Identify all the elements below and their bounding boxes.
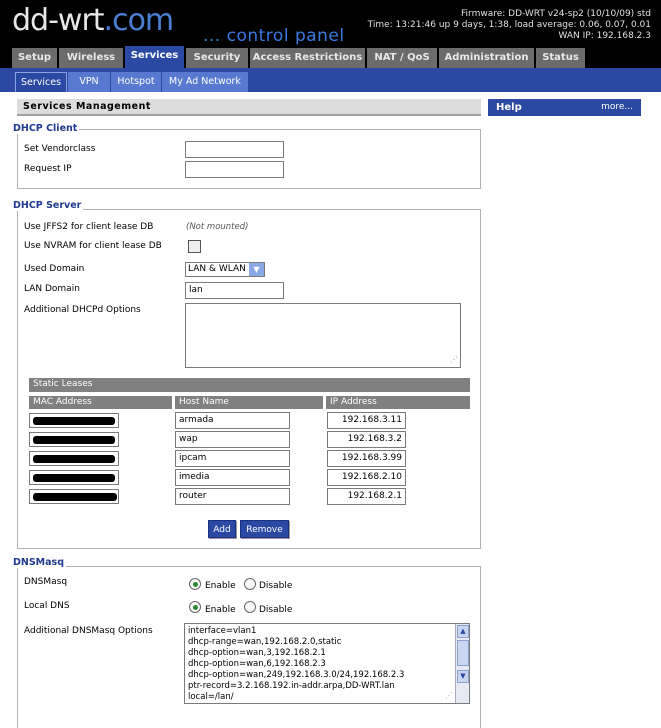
logo-main: dd-wrt [12, 3, 105, 38]
dnsmasq-line: interface=vlan1 [188, 626, 257, 636]
dnsmasq-enable-radio[interactable] [189, 578, 201, 590]
help-more-link[interactable]: more... [601, 99, 633, 116]
tab-administration[interactable]: Administration [439, 48, 535, 68]
dnsmasq-line: dhcp-option=wan,3,192.168.2.1 [188, 648, 326, 658]
dhcpd-options-textarea[interactable]: ⋰ [185, 303, 461, 368]
dnsmasq-options-textarea[interactable]: interface=vlan1 dhcp-range=wan,192.168.2… [184, 623, 470, 704]
tab-setup[interactable]: Setup [12, 48, 58, 68]
redaction [33, 455, 115, 463]
local-dns-label: Local DNS [24, 601, 70, 611]
time-text: Time: 13:21:46 up 9 days, 1:38, load ave… [367, 20, 651, 30]
scroll-down-icon[interactable]: ▼ [457, 670, 469, 683]
local-dns-enable-radio[interactable] [189, 601, 201, 613]
logo-suffix: .com [103, 3, 175, 38]
mac-input-1[interactable] [29, 413, 119, 428]
dnsmasq-line: ptr-record=3.2.168.192.in-addr.arpa,DD-W… [188, 681, 395, 691]
ip-input-1[interactable]: 192.168.3.11 [327, 412, 406, 429]
used-domain-value: LAN & WLAN [188, 264, 246, 274]
request-ip-input[interactable] [185, 161, 284, 178]
hostname-input-3[interactable]: ipcam [175, 450, 290, 467]
ip-input-4[interactable]: 192.168.2.10 [327, 469, 406, 486]
scroll-up-icon[interactable]: ▲ [457, 625, 469, 638]
sub-tabs: Services VPN Hotspot My Ad Network [0, 68, 661, 92]
mac-input-4[interactable] [29, 470, 119, 485]
lan-domain-label: LAN Domain [24, 284, 80, 294]
help-title: Help [496, 102, 522, 113]
local-dns-disable-label: Disable [259, 605, 293, 615]
subtab-my-ad-network[interactable]: My Ad Network [162, 72, 248, 92]
vendorclass-label: Set Vendorclass [24, 144, 96, 154]
mac-input-2[interactable] [29, 432, 119, 447]
hostname-input-2[interactable]: wap [175, 431, 290, 448]
col-ip-address: IP Address [326, 396, 470, 409]
remove-lease-button[interactable]: Remove [240, 520, 289, 538]
tab-security[interactable]: Security [186, 48, 249, 68]
static-leases-title: Static Leases [29, 378, 470, 392]
col-mac-address: MAC Address [29, 396, 172, 409]
used-domain-label: Used Domain [24, 264, 85, 274]
scroll-thumb[interactable] [457, 640, 469, 666]
hostname-input-4[interactable]: imedia [175, 469, 290, 486]
mac-input-5[interactable] [29, 489, 119, 504]
control-panel-label: ... control panel [203, 26, 345, 46]
dnsmasq-scrollbar[interactable]: ▲ ▼ [455, 624, 469, 703]
dnsmasq-line: dhcp-range=wan,192.168.2.0,static [188, 637, 342, 647]
ddwrt-logo: dd-wrt.com [12, 3, 175, 38]
wan-ip-text: WAN IP: 192.168.2.3 [558, 31, 651, 41]
vendorclass-input[interactable] [185, 141, 284, 158]
jffs2-note: (Not mounted) [186, 222, 249, 232]
jffs2-label: Use JFFS2 for client lease DB [24, 222, 154, 232]
dnsmasq-line: local=/lan/ [188, 692, 234, 702]
redaction [33, 474, 115, 482]
mac-input-3[interactable] [29, 451, 119, 466]
dhcp-client-legend: DHCP Client [11, 123, 80, 134]
dnsmasq-line: dhcp-option=wan,6,192.168.2.3 [188, 659, 326, 669]
redaction [33, 436, 115, 444]
resize-grip-icon[interactable]: ⋰ [450, 354, 458, 365]
subtab-services[interactable]: Services [15, 72, 67, 92]
dnsmasq-legend: DNSMasq [11, 557, 66, 568]
ip-input-2[interactable]: 192.168.3.2 [327, 431, 406, 448]
tab-status[interactable]: Status [536, 48, 586, 68]
chevron-down-icon: ▼ [249, 263, 264, 276]
dnsmasq-disable-radio[interactable] [244, 578, 256, 590]
main-tabs: Setup Wireless Services Security Access … [0, 46, 661, 68]
dnsmasq-enable-label: Enable [205, 581, 236, 591]
tab-nat-qos[interactable]: NAT / QoS [367, 48, 438, 68]
lan-domain-input[interactable]: lan [185, 282, 284, 299]
ip-input-3[interactable]: 192.168.3.99 [327, 450, 406, 467]
firmware-text: Firmware: DD-WRT v24-sp2 (10/10/09) std [461, 9, 651, 19]
dnsmasq-options-label: Additional DNSMasq Options [24, 626, 153, 636]
dnsmasq-disable-label: Disable [259, 581, 293, 591]
used-domain-select[interactable]: LAN & WLAN ▼ [185, 262, 265, 277]
tab-services[interactable]: Services [125, 46, 185, 68]
request-ip-label: Request IP [24, 164, 72, 174]
dhcp-server-legend: DHCP Server [11, 200, 84, 211]
subtab-vpn[interactable]: VPN [68, 72, 110, 92]
nvram-label: Use NVRAM for client lease DB [24, 241, 162, 251]
redaction [33, 493, 117, 501]
ip-input-5[interactable]: 192.168.2.1 [327, 488, 406, 505]
nvram-checkbox[interactable] [188, 240, 201, 253]
dhcp-client-fieldset [17, 129, 481, 189]
tab-wireless[interactable]: Wireless [59, 48, 124, 68]
local-dns-disable-radio[interactable] [244, 601, 256, 613]
resize-grip-icon[interactable]: ⋰ [445, 690, 453, 701]
page-title: Services Management [17, 99, 481, 116]
tab-access-restrictions[interactable]: Access Restrictions [250, 48, 366, 68]
redaction [33, 417, 115, 425]
hostname-input-5[interactable]: router [175, 488, 290, 505]
help-panel-header: Help more... [488, 99, 641, 116]
subtab-hotspot[interactable]: Hotspot [111, 72, 161, 92]
system-info: Firmware: DD-WRT v24-sp2 (10/10/09) std … [368, 9, 651, 42]
hostname-input-1[interactable]: armada [175, 412, 290, 429]
dhcpd-options-label: Additional DHCPd Options [24, 305, 141, 315]
local-dns-enable-label: Enable [205, 605, 236, 615]
dnsmasq-line: dhcp-option=wan,249,192.168.3.0/24,192.1… [188, 670, 405, 680]
dnsmasq-label: DNSMasq [24, 577, 68, 587]
col-host-name: Host Name [175, 396, 323, 409]
add-lease-button[interactable]: Add [208, 520, 236, 538]
